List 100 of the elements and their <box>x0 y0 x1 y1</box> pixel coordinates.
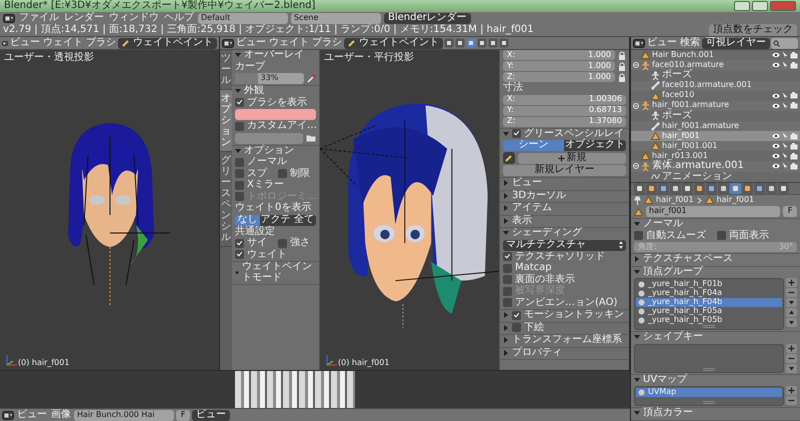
panel-title[interactable]: アイテム <box>512 203 552 214</box>
menu-item[interactable]: ウィンドウ <box>108 12 160 24</box>
pin-icon[interactable] <box>634 196 641 204</box>
layout-field[interactable]: Default <box>198 12 288 24</box>
outliner-row[interactable]: hair_f001.001 <box>631 141 800 151</box>
toggle-option[interactable]: アクテ <box>260 214 292 226</box>
number-field[interactable]: Y: 1.000 <box>503 61 615 71</box>
properties-tab[interactable] <box>694 183 705 194</box>
collapse-toggle-icon[interactable] <box>633 62 639 68</box>
camera-icon[interactable] <box>790 62 798 68</box>
list-item[interactable]: _yure_hair_h_F01b <box>636 280 782 289</box>
panel-title[interactable]: モーショントラッキン <box>524 310 624 320</box>
editor-type-icon[interactable] <box>633 38 645 48</box>
panel-title[interactable]: テクスチャスペース <box>643 254 733 264</box>
number-field[interactable]: Z: 1.37080 <box>503 116 626 126</box>
menu-button[interactable] <box>786 298 797 307</box>
view-dropdown[interactable]: ビュー <box>192 410 230 420</box>
checkbox[interactable] <box>235 180 244 190</box>
panel-title[interactable]: トランスフォーム座標系 <box>512 335 622 346</box>
properties-tab[interactable] <box>754 183 765 194</box>
number-field[interactable]: Z: 1.000 <box>503 72 615 82</box>
new-layer-button[interactable]: 新規レイヤー <box>503 165 626 176</box>
panel-title[interactable]: 3Dカーソル <box>512 190 566 201</box>
menu-item[interactable]: 画像 <box>50 410 72 420</box>
resize-grip-icon[interactable] <box>703 325 715 328</box>
fake-user-button[interactable]: F <box>176 410 190 420</box>
properties-tab[interactable] <box>718 183 729 194</box>
panel-title[interactable]: ノーマル <box>643 219 683 230</box>
outliner-row[interactable]: 素体.armature.001 <box>631 161 800 172</box>
properties-tab[interactable] <box>778 183 789 194</box>
checkbox[interactable] <box>634 231 643 240</box>
minimize-button[interactable] <box>734 1 750 11</box>
outliner-row[interactable]: face010.armature <box>631 60 800 70</box>
eyedropper-icon[interactable] <box>307 74 316 83</box>
editor-type-icon[interactable] <box>222 38 234 48</box>
lock-icon[interactable] <box>618 50 626 60</box>
list-item[interactable]: _yure_hair_h_F04a <box>636 289 782 298</box>
toggle-option[interactable]: オブジェクト <box>564 140 626 151</box>
panel-title[interactable]: ウェイトペイントモード <box>242 262 316 283</box>
number-field[interactable]: X: 1.000 <box>503 50 615 60</box>
editor-type-icon[interactable] <box>2 410 14 420</box>
checkbox[interactable] <box>717 231 726 240</box>
list-item[interactable]: _yure_hair_h_F05b <box>636 316 782 325</box>
fake-user-button[interactable]: F <box>783 206 797 217</box>
panel-title[interactable]: オーバーレイ <box>244 50 304 60</box>
camera-icon[interactable] <box>790 162 798 170</box>
outliner-row[interactable]: hair_f001.armature <box>631 121 800 131</box>
toggle-option[interactable]: シーン <box>503 140 564 151</box>
eye-icon[interactable] <box>772 92 780 98</box>
properties-tab[interactable] <box>646 183 657 194</box>
add-button[interactable] <box>786 386 797 395</box>
pencil-dropdown[interactable] <box>503 152 515 164</box>
checkbox[interactable] <box>235 158 244 167</box>
menu-item[interactable]: ファイル <box>18 12 60 24</box>
camera-icon[interactable] <box>790 142 798 150</box>
menu-item[interactable]: ウェイト <box>268 38 310 48</box>
collapse-toggle-icon[interactable] <box>633 163 639 170</box>
checkbox[interactable] <box>278 238 287 248</box>
properties-tab[interactable] <box>766 183 777 194</box>
menu-item[interactable]: ブラシ <box>311 38 343 48</box>
menu-item[interactable]: ヘルプ <box>163 12 195 24</box>
camera-icon[interactable] <box>790 92 798 99</box>
camera-icon[interactable] <box>790 152 798 160</box>
eye-icon[interactable] <box>772 153 780 159</box>
checkbox[interactable] <box>512 129 521 138</box>
outliner-row[interactable]: hair_f001.armature <box>631 100 800 110</box>
checkbox[interactable] <box>503 275 512 284</box>
eye-icon[interactable] <box>772 62 780 68</box>
eye-icon[interactable] <box>772 143 780 149</box>
menu-item[interactable]: ビュー <box>16 410 48 420</box>
eye-icon[interactable] <box>772 102 780 108</box>
render-engine-dropdown[interactable]: Blenderレンダー <box>384 12 471 24</box>
properties-tab[interactable] <box>682 183 693 194</box>
checkbox[interactable] <box>503 264 512 273</box>
shelf-tab[interactable]: オプション <box>220 90 232 152</box>
number-field[interactable]: X: 1.00306 <box>503 94 626 104</box>
checkbox[interactable] <box>512 323 521 332</box>
eye-icon[interactable] <box>772 163 780 170</box>
properties-tab[interactable] <box>742 183 753 194</box>
collapse-toggle-icon[interactable] <box>633 102 639 108</box>
checkbox[interactable] <box>235 122 244 131</box>
panel-title[interactable]: 外観 <box>244 86 264 96</box>
panel-title[interactable]: シェイプキー <box>643 332 703 342</box>
checkbox[interactable] <box>503 252 512 262</box>
panel-title[interactable]: プロパティ <box>512 348 562 358</box>
menu-item[interactable]: ビュー <box>9 38 41 48</box>
panel-title[interactable]: 頂点グループ <box>643 266 703 277</box>
menu-item[interactable]: ブラシ <box>85 38 117 48</box>
lock-icon[interactable] <box>618 72 626 82</box>
move-up-button[interactable] <box>786 308 797 317</box>
panel-title[interactable]: シェーディング <box>512 228 582 238</box>
camera-icon[interactable] <box>790 132 798 140</box>
properties-tab[interactable] <box>670 183 681 194</box>
editor-type-icon[interactable] <box>2 38 8 48</box>
checkbox[interactable] <box>512 310 521 320</box>
move-down-button[interactable] <box>786 318 797 327</box>
menu-button[interactable] <box>786 364 797 372</box>
checkbox[interactable] <box>235 238 244 248</box>
mode-dropdown[interactable]: ウェイトペイント <box>118 38 217 48</box>
properties-tab[interactable] <box>730 183 741 194</box>
